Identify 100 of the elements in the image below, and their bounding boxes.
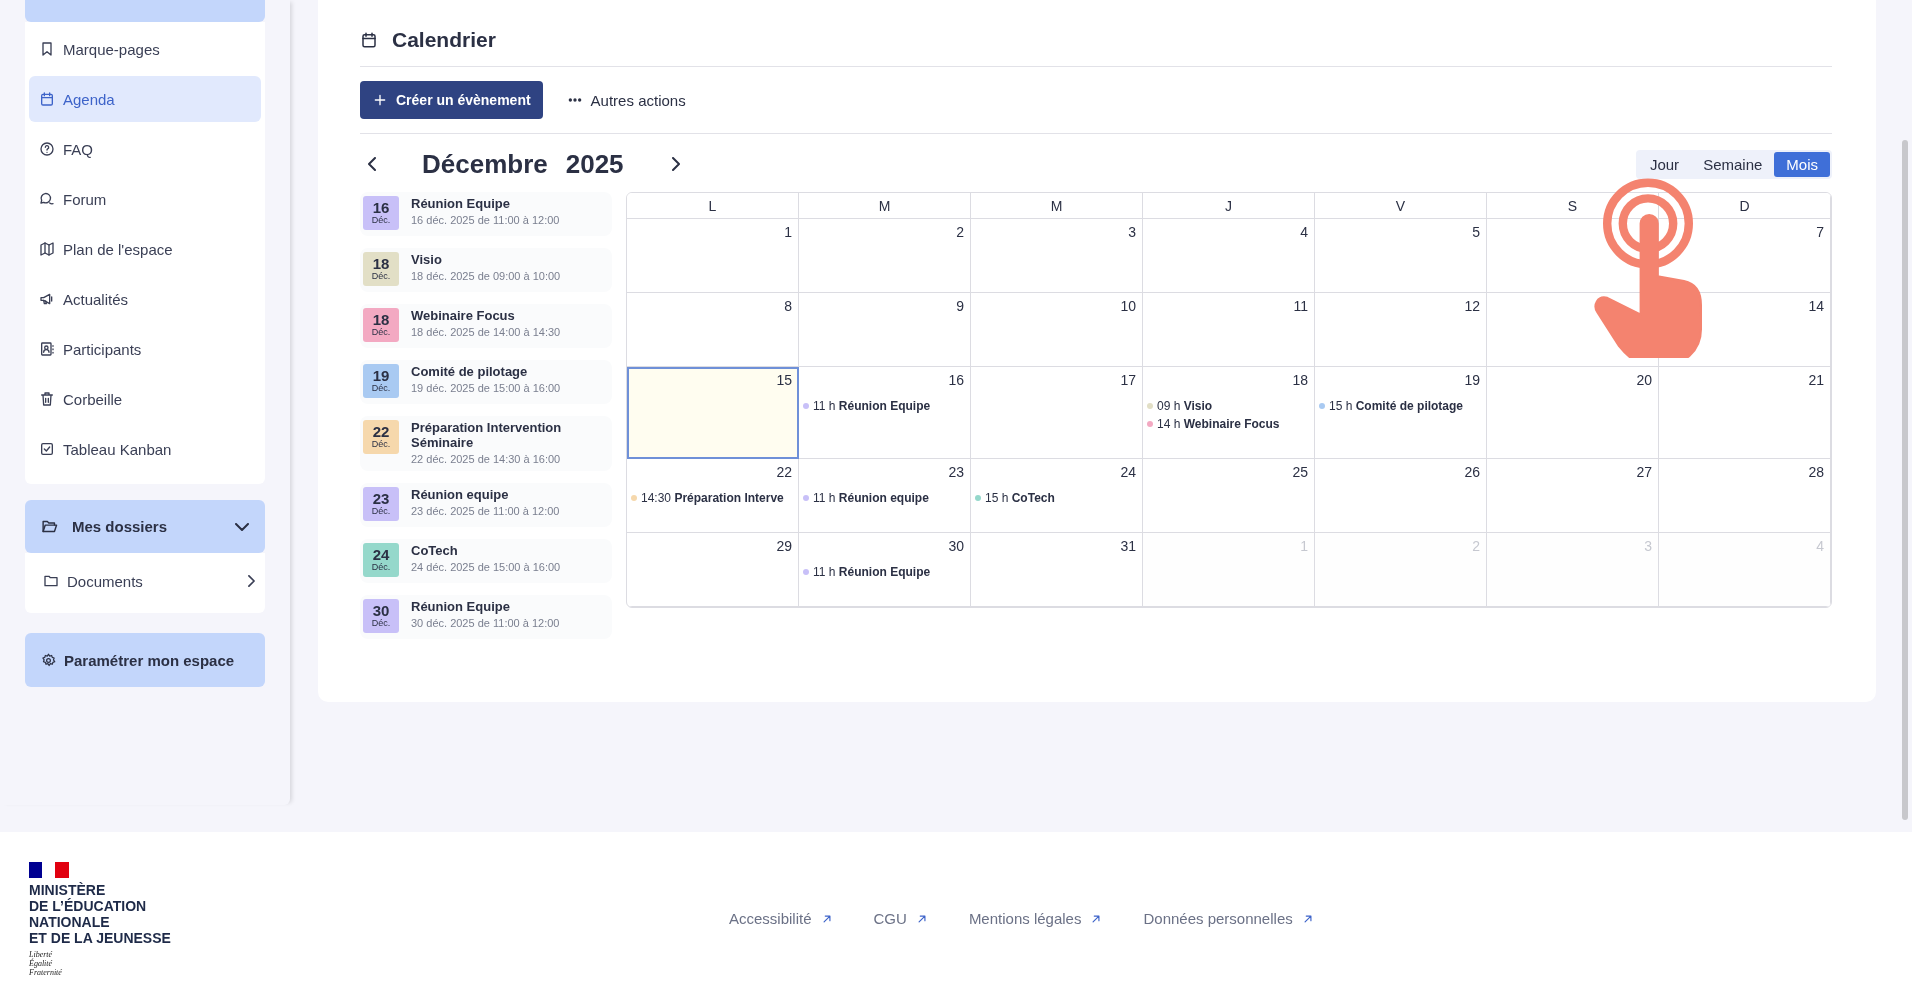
- folder-open-icon: [41, 518, 58, 535]
- view-tab[interactable]: Mois: [1774, 151, 1830, 177]
- event-title: Visio: [411, 252, 443, 267]
- day-number: 11: [1292, 297, 1308, 315]
- event-time: 19 déc. 2025 de 15:00 à 16:00: [411, 382, 561, 394]
- day-number: 5: [1471, 223, 1480, 241]
- day-number: 30: [947, 537, 964, 555]
- day-number: 12: [1463, 297, 1480, 315]
- day-cell[interactable]: 10: [971, 293, 1143, 367]
- day-number: 14: [1807, 297, 1824, 315]
- day-number: 2: [955, 223, 964, 241]
- footer-link[interactable]: Mentions légales: [968, 910, 1104, 927]
- sidebar-item[interactable]: Actualités: [29, 276, 261, 322]
- day-cell[interactable]: 21: [1659, 367, 1831, 459]
- day-number: 16: [947, 371, 964, 389]
- sidebar-item[interactable]: Marque-pages: [29, 26, 261, 72]
- sidebar-item[interactable]: Corbeille: [29, 376, 261, 422]
- event-label[interactable]: 15 h Comité de pilotage: [1329, 399, 1464, 413]
- footer-link[interactable]: CGU: [873, 910, 929, 927]
- day-number: 25: [1291, 463, 1308, 481]
- day-cell[interactable]: 30 11 h Réunion Equipe: [799, 533, 971, 607]
- date-badge: 18 Déc.: [363, 252, 399, 286]
- day-number: 23: [947, 463, 964, 481]
- event-title: Comité de pilotage: [411, 364, 529, 379]
- event-time: 18 déc. 2025 de 09:00 à 10:00: [411, 270, 561, 282]
- day-cell[interactable]: 3: [971, 219, 1143, 293]
- event-card[interactable]: 19 Déc. Comité de pilotage 19 déc. 2025 de 15:00 à 16:00: [360, 360, 612, 404]
- day-cell[interactable]: 22 14:30 Préparation Interve: [627, 459, 799, 533]
- footer-link[interactable]: Accessibilité: [729, 910, 834, 927]
- weekday-header: M: [971, 193, 1143, 219]
- day-cell[interactable]: 9: [799, 293, 971, 367]
- event-title: CoTech: [411, 543, 459, 558]
- day-number: 24: [1119, 463, 1136, 481]
- event-card[interactable]: 22 Déc. Préparation Intervention Séminaire 22 déc. 2025 de 14:30 à 16:00: [360, 416, 612, 471]
- day-number: 1: [1299, 537, 1308, 555]
- folders-toggle-button[interactable]: Mes dossiers: [25, 500, 265, 553]
- day-cell[interactable]: 16 11 h Réunion Equipe: [799, 367, 971, 459]
- calendar-icon: [39, 91, 55, 107]
- day-number: 28: [1807, 463, 1824, 481]
- today-cell[interactable]: 15: [627, 367, 799, 459]
- event-title: Réunion equipe: [411, 487, 510, 502]
- event-card[interactable]: 23 Déc. Réunion equipe 23 déc. 2025 de 11:00 à 12:00: [360, 483, 612, 527]
- chevron-left-icon: [368, 157, 376, 171]
- event-label[interactable]: 11 h Réunion Equipe: [813, 399, 931, 413]
- settings-button[interactable]: Paramétrer mon espace: [25, 633, 265, 687]
- day-cell[interactable]: 20: [1487, 367, 1659, 459]
- day-number: 17: [1119, 371, 1136, 389]
- event-card[interactable]: 30 Déc. Réunion Equipe 30 déc. 2025 de 11:00 à 12:00: [360, 595, 612, 639]
- calendar-icon: [360, 31, 378, 49]
- sidebar-item[interactable]: Plan de l'espace: [29, 226, 261, 272]
- view-tab[interactable]: Jour: [1637, 151, 1692, 177]
- chevron-right-icon: [671, 157, 680, 171]
- day-cell[interactable]: 1: [627, 219, 799, 293]
- event-card[interactable]: 18 Déc. Visio 18 déc. 2025 de 09:00 à 10:00: [360, 248, 612, 292]
- event-time: 22 déc. 2025 de 14:30 à 16:00: [411, 453, 562, 465]
- checkbox-icon: [39, 441, 55, 457]
- event-time: 23 déc. 2025 de 11:00 à 12:00: [411, 505, 560, 517]
- day-cell[interactable]: 2: [799, 219, 971, 293]
- day-cell[interactable]: 5: [1315, 219, 1487, 293]
- event-time: 30 déc. 2025 de 11:00 à 12:00: [411, 617, 560, 629]
- event-card[interactable]: 16 Déc. Réunion Equipe 16 déc. 2025 de 11:00 à 12:00: [360, 192, 612, 236]
- year: 2025: [565, 148, 624, 180]
- day-number: 31: [1119, 537, 1136, 555]
- day-cell[interactable]: 12: [1315, 293, 1487, 367]
- create-event-button[interactable]: Créer un évènement: [360, 81, 543, 119]
- scrollbar[interactable]: [1900, 140, 1910, 820]
- month-name: Décembre: [422, 148, 548, 180]
- date-badge: 22 Déc.: [363, 420, 399, 454]
- view-tab[interactable]: Semaine: [1691, 151, 1775, 177]
- day-number: 8: [783, 297, 792, 315]
- event-title: Réunion Equipe: [411, 196, 511, 211]
- day-number: 20: [1635, 371, 1652, 389]
- event-card[interactable]: 18 Déc. Webinaire Focus 18 déc. 2025 de 14:00 à 14:30: [360, 304, 612, 348]
- day-cell[interactable]: 4: [1143, 219, 1315, 293]
- event-label[interactable]: 09 h Visio: [1157, 399, 1213, 413]
- day-cell[interactable]: 23 11 h Réunion equipe: [799, 459, 971, 533]
- event-label[interactable]: 14:30 Préparation Interve: [641, 491, 784, 505]
- more-actions-button[interactable]: Autres actions: [566, 91, 686, 109]
- event-card[interactable]: 24 Déc. CoTech 24 déc. 2025 de 15:00 à 16:00: [360, 539, 612, 583]
- footer-link[interactable]: Données personnelles: [1143, 910, 1315, 927]
- sidebar-item[interactable]: Tableau Kanban: [29, 426, 261, 472]
- day-cell[interactable]: 11: [1143, 293, 1315, 367]
- day-number: 9: [955, 297, 964, 315]
- folder-item[interactable]: Documents: [43, 561, 255, 601]
- weekday-header: M: [799, 193, 971, 219]
- event-label[interactable]: 11 h Réunion Equipe: [813, 565, 931, 579]
- sidebar-item[interactable]: Agenda: [29, 76, 261, 122]
- day-cell[interactable]: 17: [971, 367, 1143, 459]
- sidebar-item[interactable]: Forum: [29, 176, 261, 222]
- sidebar-item[interactable]: FAQ: [29, 126, 261, 172]
- day-cell[interactable]: 29: [627, 533, 799, 607]
- day-cell[interactable]: 18 09 h Visio 14 h Webinaire Focus: [1143, 367, 1315, 459]
- day-cell[interactable]: 24 15 h CoTech: [971, 459, 1143, 533]
- event-label[interactable]: 14 h Webinaire Focus: [1157, 417, 1280, 431]
- chevron-down-icon: [235, 522, 249, 531]
- day-cell[interactable]: 19 15 h Comité de pilotage: [1315, 367, 1487, 459]
- flag-icon: [29, 862, 69, 878]
- event-label[interactable]: 15 h CoTech: [985, 491, 1055, 505]
- event-label[interactable]: 11 h Réunion equipe: [813, 491, 929, 505]
- sidebar-item[interactable]: Participants: [29, 326, 261, 372]
